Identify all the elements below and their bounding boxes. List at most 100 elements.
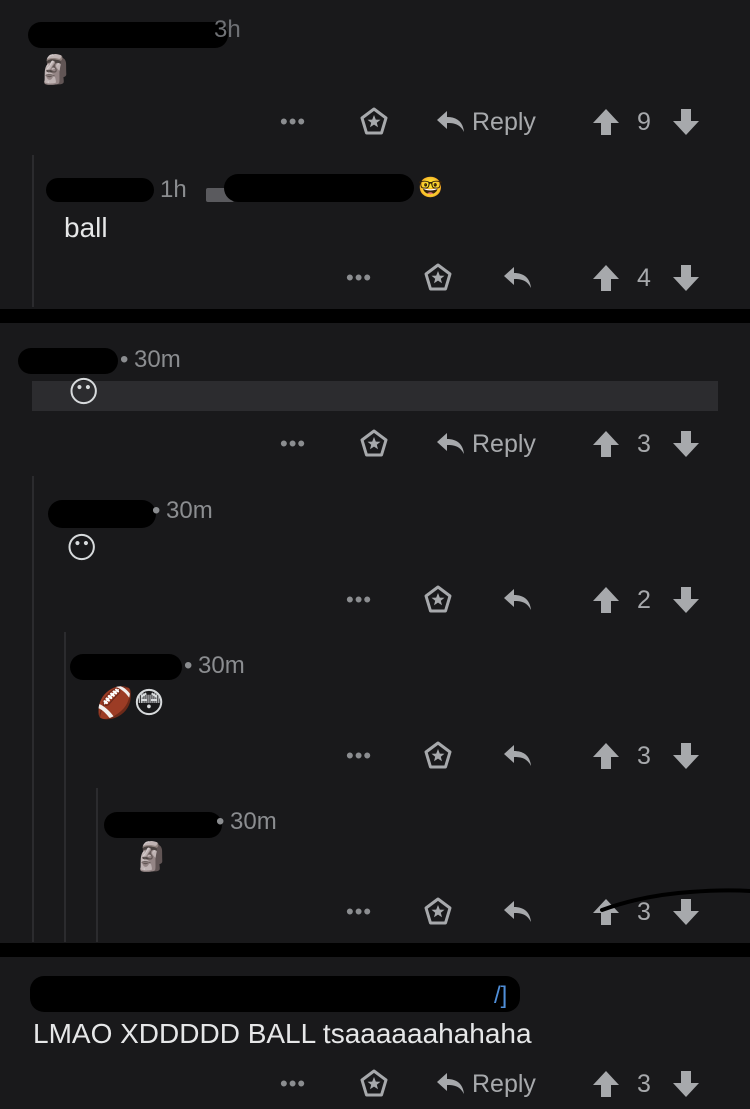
comment-body: 🏈😳 <box>96 687 165 720</box>
downvote-button[interactable] <box>672 580 700 620</box>
reply-arrow-icon <box>437 111 464 132</box>
upvote-arrow-icon <box>593 431 619 457</box>
vote-score: 9 <box>637 107 651 136</box>
award-button[interactable] <box>358 424 390 464</box>
comment-body: LMAO XDDDDD BALL tsaaaaaahahaha <box>33 1018 532 1049</box>
reply-button[interactable] <box>503 580 533 620</box>
more-options-button[interactable]: ••• <box>280 1064 306 1104</box>
more-options-button[interactable]: ••• <box>280 424 306 464</box>
downvote-arrow-icon <box>673 109 699 135</box>
downvote-button[interactable] <box>672 1064 700 1104</box>
comment-action-bar: ••• Reply 9 <box>0 102 750 142</box>
thread-separator <box>0 309 750 323</box>
thread-separator <box>0 943 750 957</box>
more-options-button[interactable]: ••• <box>346 580 372 620</box>
award-icon <box>424 741 452 769</box>
comment-action-bar: ••• Reply 3 <box>0 424 750 464</box>
comment-body: 😶 <box>66 532 98 565</box>
comment-action-bar: ••• Reply 3 <box>0 1064 750 1104</box>
downvote-arrow-icon <box>673 265 699 291</box>
award-button[interactable] <box>358 1064 390 1104</box>
downvote-button[interactable] <box>672 424 700 464</box>
scribble-mark <box>600 888 750 912</box>
more-options-button[interactable]: ••• <box>346 258 372 298</box>
redacted-username <box>48 500 156 528</box>
reply-button[interactable] <box>503 892 533 932</box>
downvote-arrow-icon <box>673 431 699 457</box>
comment-timestamp-separator: • <box>120 346 129 373</box>
redacted-flair <box>224 174 414 202</box>
award-button[interactable] <box>422 258 454 298</box>
comment-timestamp: 30m <box>198 652 245 679</box>
reply-button[interactable]: Reply <box>436 424 536 464</box>
comment-timestamp: 1h <box>160 176 187 203</box>
award-icon <box>360 107 388 135</box>
upvote-arrow-icon <box>593 109 619 135</box>
vote-score: 4 <box>637 263 651 292</box>
award-button[interactable] <box>358 102 390 142</box>
reply-label: Reply <box>472 429 536 458</box>
downvote-arrow-icon <box>673 587 699 613</box>
award-icon <box>360 1069 388 1097</box>
vote-score: 3 <box>637 1069 651 1098</box>
comment-timestamp: 30m <box>134 346 181 373</box>
reply-button[interactable]: Reply <box>436 102 536 142</box>
downvote-button[interactable] <box>672 102 700 142</box>
reply-arrow-icon <box>437 433 464 454</box>
upvote-button[interactable] <box>592 580 620 620</box>
downvote-arrow-icon <box>673 1071 699 1097</box>
reply-button[interactable] <box>503 258 533 298</box>
award-icon <box>424 263 452 291</box>
vote-score: 3 <box>637 429 651 458</box>
comment-action-bar: ••• 3 <box>0 736 750 776</box>
downvote-arrow-icon <box>673 743 699 769</box>
comment-body: 😶 <box>68 376 100 409</box>
award-icon <box>424 585 452 613</box>
comment-timestamp-separator: • <box>184 652 193 679</box>
more-options-button[interactable]: ••• <box>346 736 372 776</box>
upvote-arrow-icon <box>593 587 619 613</box>
reply-arrow-icon <box>504 267 531 288</box>
vote-score: 3 <box>637 741 651 770</box>
reply-button[interactable] <box>503 736 533 776</box>
upvote-arrow-icon <box>593 1071 619 1097</box>
comment-action-bar: ••• 4 <box>0 258 750 298</box>
comment-timestamp: 3h <box>214 16 241 43</box>
upvote-button[interactable] <box>592 736 620 776</box>
redacted-username <box>30 976 520 1012</box>
comment-timestamp-separator: • <box>216 808 225 835</box>
comment-highlight <box>32 381 718 411</box>
redacted-username <box>28 22 228 48</box>
downvote-button[interactable] <box>672 258 700 298</box>
comment-timestamp-separator: • <box>152 497 161 524</box>
upvote-button[interactable] <box>592 102 620 142</box>
vote-score: 2 <box>637 585 651 614</box>
redacted-username <box>18 348 118 374</box>
thread-line <box>32 476 34 942</box>
comment-timestamp: 30m <box>230 808 277 835</box>
upvote-button[interactable] <box>592 258 620 298</box>
comment-action-bar: ••• 2 <box>0 580 750 620</box>
upvote-button[interactable] <box>592 1064 620 1104</box>
reply-label: Reply <box>472 107 536 136</box>
more-options-button[interactable]: ••• <box>280 102 306 142</box>
award-button[interactable] <box>422 580 454 620</box>
reply-arrow-icon <box>504 745 531 766</box>
reply-arrow-icon <box>504 589 531 610</box>
more-options-button[interactable]: ••• <box>346 892 372 932</box>
flair-emoji: 🤓 <box>418 177 443 199</box>
award-button[interactable] <box>422 736 454 776</box>
upvote-arrow-icon <box>593 743 619 769</box>
reply-label: Reply <box>472 1069 536 1098</box>
redacted-flair-tail: /] <box>494 982 508 1009</box>
downvote-button[interactable] <box>672 736 700 776</box>
upvote-button[interactable] <box>592 424 620 464</box>
redacted-username <box>70 654 182 680</box>
reply-arrow-icon <box>437 1073 464 1094</box>
comment-timestamp: 30m <box>166 497 213 524</box>
redacted-username <box>104 812 222 838</box>
reply-button[interactable]: Reply <box>436 1064 536 1104</box>
award-button[interactable] <box>422 892 454 932</box>
reply-arrow-icon <box>504 901 531 922</box>
comment-body: 🗿 <box>134 841 169 872</box>
